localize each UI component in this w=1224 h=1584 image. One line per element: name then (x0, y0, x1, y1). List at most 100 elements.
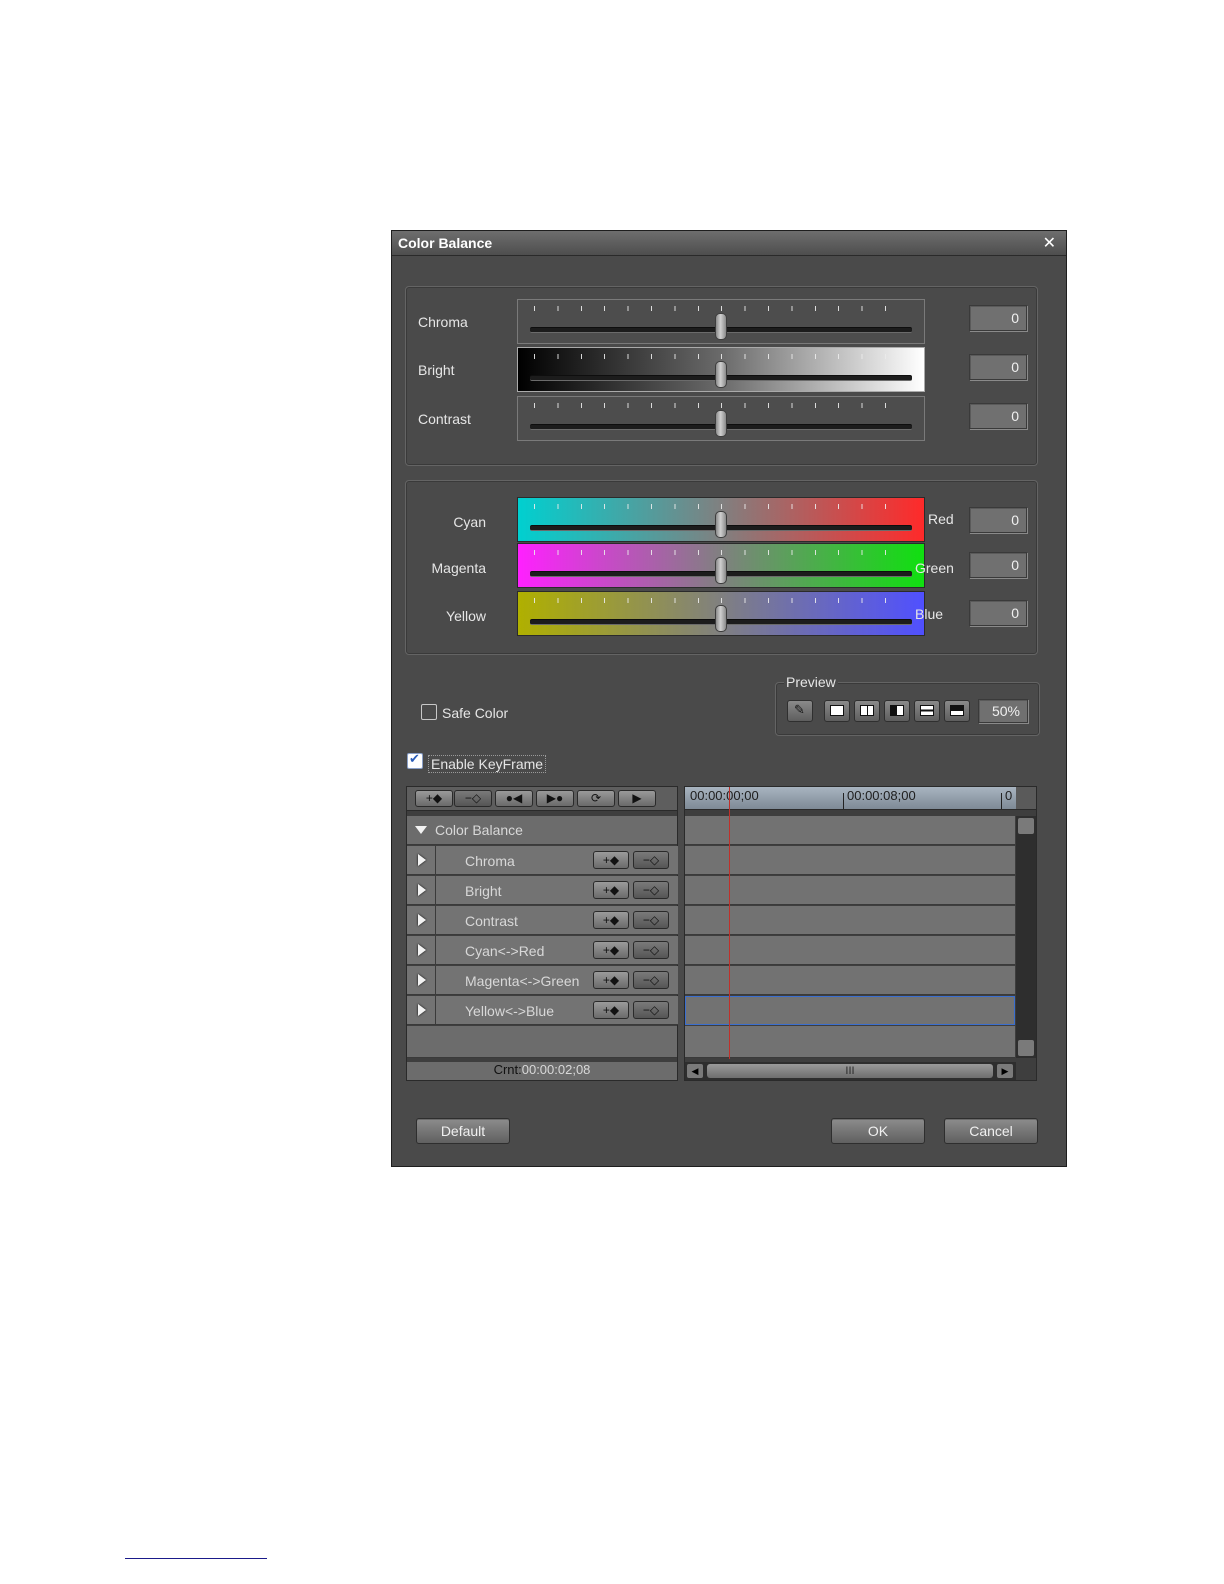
keyframe-group-row[interactable]: Color Balance (407, 816, 677, 845)
bright-slider[interactable] (517, 347, 925, 392)
track-row[interactable]: Yellow<->Blue +◆ −◇ (407, 996, 678, 1025)
bright-label: Bright (418, 362, 455, 378)
track-remove-keyframe-button[interactable]: −◇ (633, 941, 669, 959)
track-add-keyframe-button[interactable]: +◆ (593, 971, 629, 989)
magenta-green-value[interactable]: 0 (969, 552, 1027, 578)
ok-button[interactable]: OK (831, 1118, 925, 1144)
track-row[interactable]: Chroma +◆ −◇ (407, 846, 678, 875)
track-add-keyframe-button[interactable]: +◆ (593, 851, 629, 869)
chroma-slider[interactable] (517, 299, 925, 344)
cyan-label: Cyan (453, 514, 486, 530)
chroma-value[interactable]: 0 (969, 305, 1027, 331)
slider-thumb[interactable] (715, 557, 727, 584)
track-row[interactable]: Contrast +◆ −◇ (407, 906, 678, 935)
scroll-left-button[interactable]: ◀ (687, 1064, 703, 1078)
cancel-button[interactable]: Cancel (944, 1118, 1038, 1144)
slider-thumb[interactable] (715, 313, 727, 340)
preview-group: Preview ✎ 50% (775, 674, 1040, 736)
footnote-rule (125, 1558, 267, 1559)
color-balance-dialog: Color Balance ✕ Chroma 0 Bright 0 Contra… (391, 230, 1067, 1167)
track-remove-keyframe-button[interactable]: −◇ (633, 851, 669, 869)
preview-zoom[interactable]: 50% (978, 699, 1028, 723)
enable-keyframe-label: Enable KeyFrame (428, 755, 547, 773)
play-button[interactable]: ▶ (618, 790, 656, 807)
bright-value[interactable]: 0 (969, 354, 1027, 380)
preview-full-button[interactable] (824, 700, 850, 722)
contrast-value[interactable]: 0 (969, 403, 1027, 429)
loop-button[interactable]: ⟳ (577, 790, 615, 807)
contrast-slider[interactable] (517, 396, 925, 441)
slider-thumb[interactable] (715, 605, 727, 632)
preview-split-right-button[interactable] (854, 700, 880, 722)
default-button[interactable]: Default (416, 1118, 510, 1144)
timeline-track-row-selected[interactable] (685, 996, 1015, 1025)
cyan-red-slider[interactable] (517, 497, 925, 542)
preview-split-top-button[interactable] (944, 700, 970, 722)
timeline-track-row[interactable] (685, 846, 1015, 875)
close-icon[interactable]: ✕ (1043, 233, 1056, 253)
track-add-keyframe-button[interactable]: +◆ (593, 941, 629, 959)
yellow-blue-value[interactable]: 0 (969, 600, 1027, 626)
title-bar[interactable]: Color Balance ✕ (392, 231, 1066, 256)
track-name: Bright (465, 883, 502, 899)
ruler-corner (1016, 787, 1036, 809)
contrast-label: Contrast (418, 411, 471, 427)
timeline-track-row[interactable] (685, 906, 1015, 935)
track-remove-keyframe-button[interactable]: −◇ (633, 881, 669, 899)
track-add-keyframe-button[interactable]: +◆ (593, 881, 629, 899)
scroll-right-button[interactable]: ▶ (997, 1064, 1013, 1078)
expand-triangle-icon[interactable] (407, 936, 436, 964)
enable-keyframe-checkbox[interactable] (407, 751, 423, 769)
preview-split-bottom-button[interactable] (914, 700, 940, 722)
timeline-track-row[interactable] (685, 876, 1015, 905)
prev-keyframe-button[interactable]: ●◀ (495, 790, 533, 807)
slider-thumb[interactable] (715, 511, 727, 538)
track-remove-keyframe-button[interactable]: −◇ (633, 911, 669, 929)
slider-ticks (534, 403, 908, 408)
expand-triangle-icon[interactable] (407, 996, 436, 1024)
empty-tree-area (407, 1026, 677, 1058)
timeline-group-row[interactable] (685, 816, 1015, 845)
expand-triangle-icon[interactable] (407, 906, 436, 934)
slider-ticks (534, 504, 908, 509)
collapse-triangle-icon[interactable] (415, 826, 427, 834)
slider-thumb[interactable] (715, 361, 727, 388)
split-left-icon (890, 705, 904, 716)
ruler-end-tick (1001, 793, 1002, 809)
eyedropper-button[interactable]: ✎ (787, 700, 813, 722)
split-top-icon (950, 705, 964, 716)
add-keyframe-button[interactable]: +◆ (415, 790, 453, 807)
safe-color-checkbox[interactable] (421, 704, 437, 720)
keyframe-timeline-panel: 00:00:00;00 00:00:08;00 0 ◀ III ▶ (684, 786, 1037, 1081)
scroll-thumb[interactable]: III (707, 1064, 993, 1078)
track-remove-keyframe-button[interactable]: −◇ (633, 971, 669, 989)
next-keyframe-button[interactable]: ▶● (536, 790, 574, 807)
track-add-keyframe-button[interactable]: +◆ (593, 911, 629, 929)
scroll-up-button[interactable] (1018, 818, 1034, 834)
current-time-label: Crnt: (493, 1062, 522, 1077)
slider-thumb[interactable] (715, 410, 727, 437)
blue-label: Blue (915, 606, 944, 622)
remove-keyframe-button[interactable]: −◇ (454, 790, 492, 807)
eyedropper-icon: ✎ (794, 702, 805, 717)
track-add-keyframe-button[interactable]: +◆ (593, 1001, 629, 1019)
track-row[interactable]: Bright +◆ −◇ (407, 876, 678, 905)
vertical-scrollbar[interactable] (1016, 816, 1036, 1058)
playhead-line[interactable] (729, 787, 730, 1059)
track-row[interactable]: Magenta<->Green +◆ −◇ (407, 966, 678, 995)
expand-triangle-icon[interactable] (407, 876, 436, 904)
timeline-ruler[interactable]: 00:00:00;00 00:00:08;00 0 (685, 787, 1036, 810)
timeline-track-row[interactable] (685, 966, 1015, 995)
horizontal-scrollbar[interactable]: ◀ III ▶ (685, 1062, 1016, 1080)
track-remove-keyframe-button[interactable]: −◇ (633, 1001, 669, 1019)
yellow-blue-slider[interactable] (517, 591, 925, 636)
expand-triangle-icon[interactable] (407, 966, 436, 994)
cyan-red-value[interactable]: 0 (969, 507, 1027, 533)
preview-split-left-button[interactable] (884, 700, 910, 722)
expand-triangle-icon[interactable] (407, 846, 436, 874)
timeline-track-row[interactable] (685, 936, 1015, 965)
magenta-green-slider[interactable] (517, 543, 925, 588)
scroll-down-button[interactable] (1018, 1040, 1034, 1056)
preview-legend: Preview (784, 674, 838, 690)
track-row[interactable]: Cyan<->Red +◆ −◇ (407, 936, 678, 965)
